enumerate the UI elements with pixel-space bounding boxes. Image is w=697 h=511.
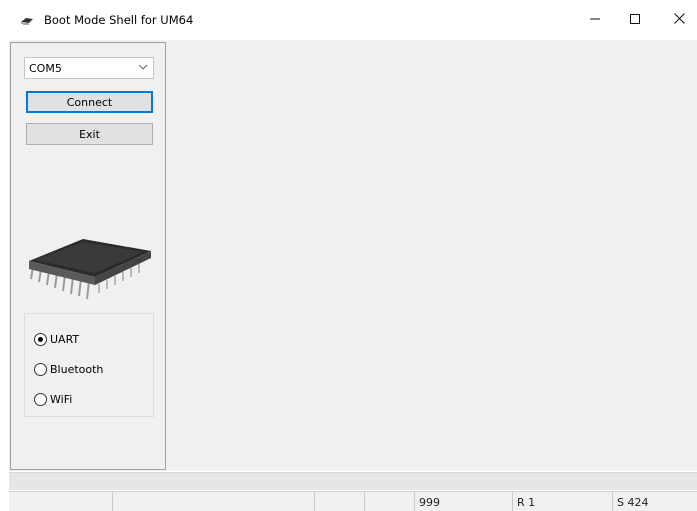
left-panel: COM5 Connect Exit UART Bluetooth WiFi [10,42,166,470]
radio-bluetooth[interactable]: Bluetooth [34,363,103,376]
radio-uart-indicator[interactable] [34,333,47,346]
status-bar: 999 R 1 S 424 [9,491,697,511]
radio-bluetooth-label: Bluetooth [50,363,104,376]
port-select[interactable]: COM5 [24,57,154,79]
radio-bluetooth-indicator[interactable] [34,363,47,376]
chevron-down-icon [138,62,148,72]
window-title: Boot Mode Shell for UM64 [44,13,194,27]
connection-type-group: UART Bluetooth WiFi [24,313,154,417]
close-icon [673,13,685,27]
radio-uart[interactable]: UART [34,333,79,346]
horizontal-scrollbar[interactable] [9,472,697,490]
status-cell-s: S 424 [612,492,697,511]
status-cell-r: R 1 [512,492,612,511]
chip-icon [25,229,155,303]
status-cell-2 [112,492,314,511]
status-cell-1 [9,492,112,511]
app-icon [20,16,34,26]
close-button[interactable] [656,0,697,40]
connect-button[interactable]: Connect [26,91,153,113]
radio-wifi-label: WiFi [50,393,73,406]
status-cell-3 [314,492,364,511]
radio-wifi-indicator[interactable] [34,393,47,406]
maximize-icon [630,13,640,27]
status-cell-value: 999 [414,492,512,511]
radio-wifi[interactable]: WiFi [34,393,72,406]
radio-uart-label: UART [50,333,80,346]
status-cell-4 [364,492,414,511]
port-select-value: COM5 [29,61,62,75]
title-bar: Boot Mode Shell for UM64 [0,0,697,40]
maximize-button[interactable] [612,0,658,40]
exit-button[interactable]: Exit [26,123,153,145]
minimize-icon [590,14,600,27]
